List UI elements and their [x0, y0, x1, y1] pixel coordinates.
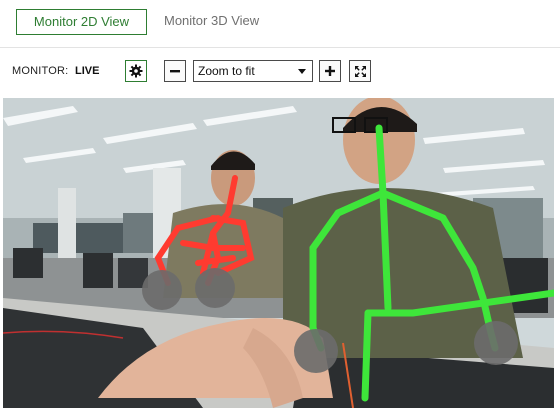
tab-monitor-3d-view[interactable]: Monitor 3D View — [152, 9, 271, 35]
minus-icon — [170, 70, 180, 73]
plus-icon — [325, 66, 335, 76]
monitor-label: MONITOR: — [12, 65, 69, 77]
view-tabs: Monitor 2D View Monitor 3D View — [0, 0, 560, 48]
zoom-select-value: Zoom to fit — [198, 64, 255, 78]
settings-button[interactable] — [125, 60, 147, 82]
gear-icon — [129, 64, 143, 78]
monitor-status: LIVE — [75, 65, 100, 77]
zoom-out-button[interactable] — [164, 60, 186, 82]
monitor-toolbar: MONITOR: LIVE Zoom to fit — [0, 49, 560, 95]
expand-icon — [354, 65, 366, 77]
zoom-in-button[interactable] — [319, 60, 341, 82]
chevron-down-icon — [298, 69, 306, 74]
camera-scene — [3, 98, 554, 408]
camera-feed[interactable] — [3, 98, 554, 408]
tab-monitor-2d-view[interactable]: Monitor 2D View — [16, 9, 147, 35]
fullscreen-button[interactable] — [349, 60, 371, 82]
zoom-select[interactable]: Zoom to fit — [193, 60, 313, 82]
